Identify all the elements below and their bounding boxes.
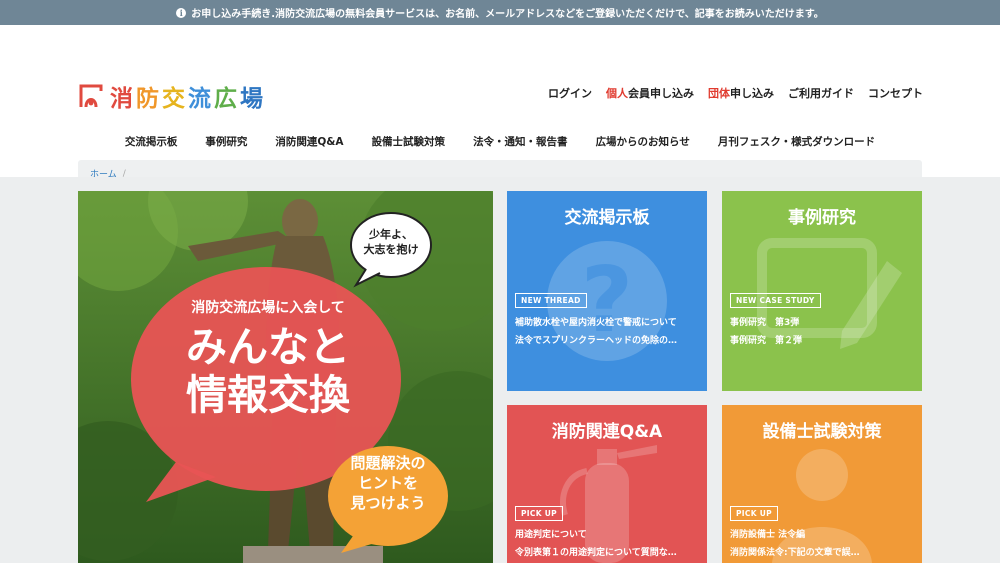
tile-qa-badge: PICK UP xyxy=(515,506,563,521)
nav-board[interactable]: 交流掲示板 xyxy=(125,134,178,149)
nav-laws[interactable]: 法令・通知・報告書 xyxy=(473,134,568,149)
small-bubble-line: 少年よ、 xyxy=(369,228,413,241)
tile-case-study[interactable]: 事例研究 NEW CASE STUDY 事例研究 第3弾 事例研究 第２弾 xyxy=(722,191,922,391)
tile-exam-item[interactable]: 消防設備士 法令編 xyxy=(730,527,914,540)
orange-bubble-line: ヒントを xyxy=(357,474,418,492)
nav-case-study[interactable]: 事例研究 xyxy=(205,134,247,149)
tile-qa-item[interactable]: 用途判定について xyxy=(515,527,699,540)
login-link[interactable]: ログイン xyxy=(548,85,592,101)
tile-case-badge: NEW CASE STUDY xyxy=(730,293,821,308)
big-bubble-subtitle: 消防交流広場に入会して xyxy=(191,300,345,316)
logo-char: 消 xyxy=(110,86,136,112)
tile-exam-badge: PICK UP xyxy=(730,506,778,521)
site-logo[interactable]: 消防交流広場 xyxy=(78,79,266,113)
top-nav: ログイン 個人会員申し込み 団体申し込み ご利用ガイド コンセプト xyxy=(548,85,923,101)
group-highlight: 団体 xyxy=(708,87,730,100)
small-bubble-line: 大志を抱け xyxy=(363,243,419,256)
tile-qa[interactable]: 消防関連Q&A PICK UP 用途判定について 令別表第１の用途判定について質… xyxy=(507,405,707,563)
tile-board[interactable]: ? 交流掲示板 NEW THREAD 補助散水栓や屋内消火栓で警戒について 法令… xyxy=(507,191,707,391)
tile-exam-title: 設備士試験対策 xyxy=(762,422,882,442)
tile-board-title: 交流掲示板 xyxy=(564,208,650,228)
tile-exam-item[interactable]: 消防関係法令:下記の文章で誤… xyxy=(730,545,914,558)
tile-qa-title: 消防関連Q&A xyxy=(551,422,663,442)
small-bubble-text: 少年よ、 大志を抱け xyxy=(360,227,422,257)
main-content: 少年よ、 大志を抱け 消防交流広場に入会して みんなと 情報交換 問題解決の ヒ… xyxy=(0,177,1000,563)
logo-char: 防 xyxy=(136,86,162,112)
group-rest: 申し込み xyxy=(730,87,774,100)
big-bubble-line1: みんなと xyxy=(186,323,350,371)
tile-board-item[interactable]: 補助散水栓や屋内消火栓で警戒について xyxy=(515,315,699,328)
personal-rest: 会員申し込み xyxy=(628,87,694,100)
logo-char: 広 xyxy=(214,86,240,112)
tile-case-title: 事例研究 xyxy=(788,208,856,228)
orange-bubble-line: 見つけよう xyxy=(350,494,426,512)
tile-board-badge: NEW THREAD xyxy=(515,293,587,308)
nav-download[interactable]: 月刊フェスク・様式ダウンロード xyxy=(718,134,875,149)
hero-banner[interactable]: 少年よ、 大志を抱け 消防交流広場に入会して みんなと 情報交換 問題解決の ヒ… xyxy=(78,191,493,563)
personal-signup-link[interactable]: 個人会員申し込み xyxy=(606,85,694,101)
nav-qa[interactable]: 消防関連Q&A xyxy=(275,134,343,149)
main-nav: 交流掲示板 事例研究 消防関連Q&A 設備士試験対策 法令・通知・報告書 広場か… xyxy=(0,134,1000,149)
notice-bar: i お申し込み手続き.消防交流広場の無料会員サービスは、お名前、メールアドレスな… xyxy=(0,0,1000,25)
logo-char: 交 xyxy=(162,86,188,112)
tile-exam[interactable]: 設備士試験対策 PICK UP 消防設備士 法令編 消防関係法令:下記の文章で誤… xyxy=(722,405,922,563)
tile-case-item[interactable]: 事例研究 第3弾 xyxy=(730,315,914,328)
tile-board-item[interactable]: 法令でスプリンクラーヘッドの免除の… xyxy=(515,333,699,346)
logo-char: 場 xyxy=(240,86,266,112)
logo-text: 消防交流広場 xyxy=(110,79,266,113)
notice-text: お申し込み手続き.消防交流広場の無料会員サービスは、お名前、メールアドレスなどを… xyxy=(191,9,824,20)
group-signup-link[interactable]: 団体申し込み xyxy=(708,85,774,101)
tile-qa-item[interactable]: 令別表第１の用途判定について質問な… xyxy=(515,545,699,558)
guide-link[interactable]: ご利用ガイド xyxy=(788,85,854,101)
logo-mark-icon xyxy=(79,84,103,108)
nav-exam[interactable]: 設備士試験対策 xyxy=(372,134,446,149)
orange-bubble-line: 問題解決の xyxy=(350,454,426,472)
orange-bubble-text: 問題解決の ヒントを 見つけよう xyxy=(331,453,445,513)
nav-news[interactable]: 広場からのお知らせ xyxy=(596,134,690,149)
site-header: 消防交流広場 ログイン 個人会員申し込み 団体申し込み ご利用ガイド コンセプト… xyxy=(0,25,1000,187)
big-bubble-text: 消防交流広場に入会して みんなと 情報交換 xyxy=(148,297,388,419)
logo-char: 流 xyxy=(188,86,214,112)
personal-highlight: 個人 xyxy=(606,87,628,100)
big-bubble-line2: 情報交換 xyxy=(186,371,350,419)
concept-link[interactable]: コンセプト xyxy=(868,85,923,101)
info-icon: i xyxy=(176,7,187,18)
tile-case-item[interactable]: 事例研究 第２弾 xyxy=(730,333,914,346)
